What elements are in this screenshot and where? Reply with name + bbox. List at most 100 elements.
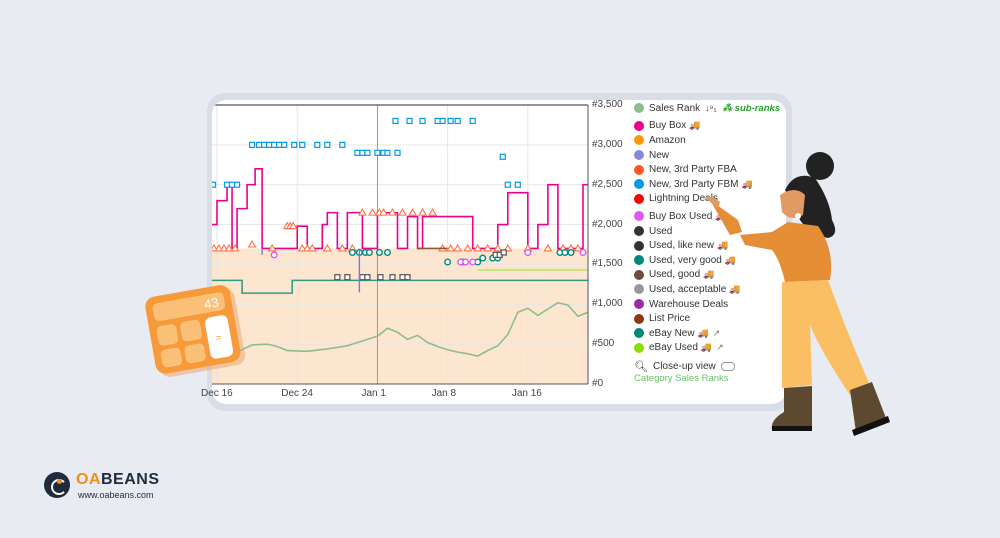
legend-label: Amazon: [649, 134, 686, 146]
data-point: [383, 248, 391, 256]
y-tick-label: #1,500: [592, 258, 623, 270]
legend-label: eBay Used: [649, 342, 698, 354]
data-point: [469, 117, 476, 125]
legend-dot-icon: [634, 226, 644, 237]
data-point: [299, 141, 306, 148]
data-point: [364, 149, 371, 156]
legend-item[interactable]: Buy Box 🚚: [634, 119, 784, 134]
y-tick-label: #3,500: [592, 99, 623, 110]
data-point: [394, 149, 401, 156]
series-new-3rd-party-fbm: [212, 117, 521, 188]
data-point: [334, 274, 341, 281]
logo-icon: [44, 472, 70, 498]
data-point: [339, 141, 346, 148]
data-point: [324, 141, 331, 148]
legend-label: Used, good: [649, 269, 701, 281]
data-point: [314, 141, 321, 148]
data-point: [377, 274, 384, 281]
series-buy-box-line: [212, 167, 588, 250]
data-point: [249, 141, 256, 148]
legend-dot-icon: [634, 342, 644, 353]
data-point: [469, 258, 477, 266]
truck-icon: 🚚: [689, 120, 701, 131]
data-point: [439, 117, 446, 125]
sub-ranks-link[interactable]: ⁂ sub-ranks: [723, 103, 781, 114]
data-point: [291, 141, 298, 148]
data-point: [463, 243, 473, 252]
x-tick-label: Jan 1: [361, 388, 386, 399]
data-point: [354, 149, 361, 156]
legend-dot-icon: [634, 313, 644, 324]
data-point: [389, 274, 396, 281]
data-point: [404, 274, 411, 281]
legend-label: List Price: [649, 313, 691, 325]
data-point: [453, 243, 463, 252]
legend-dot-icon: [634, 135, 644, 146]
data-point: [270, 251, 278, 259]
legend-dot-icon: [634, 269, 644, 280]
data-point: [375, 248, 383, 256]
data-point: [384, 149, 391, 156]
data-point: [561, 248, 569, 256]
data-point: [359, 274, 366, 281]
legend-dot-icon: [634, 179, 644, 190]
data-point: [499, 153, 506, 160]
data-point: [233, 181, 241, 188]
x-tick-label: Dec 24: [281, 388, 313, 399]
data-point: [500, 249, 507, 256]
data-point: [479, 254, 487, 262]
data-point: [256, 141, 263, 148]
data-point: [365, 248, 373, 256]
legend-dot-icon: [634, 255, 644, 266]
data-point: [276, 141, 283, 148]
legend-dot-icon: [634, 193, 644, 204]
data-point: [419, 117, 426, 125]
data-point: [398, 208, 407, 216]
data-point: [322, 243, 332, 252]
data-point: [428, 208, 438, 216]
data-point: [418, 208, 428, 216]
legend-dot-icon: [634, 240, 644, 251]
data-point: [392, 117, 399, 125]
legend-dot-icon: [634, 164, 644, 175]
data-point: [444, 258, 452, 266]
data-point: [374, 149, 381, 156]
legend-item[interactable]: Amazon: [634, 133, 784, 148]
data-point: [408, 208, 417, 216]
sort-icon[interactable]: ↓⁹₁: [705, 103, 716, 113]
y-tick-label: #1,000: [592, 298, 623, 310]
legend-item-sales-rank[interactable]: Sales Rank ↓⁹₁ ⁂ sub-ranks: [634, 101, 784, 116]
x-tick-label: Jan 8: [431, 388, 457, 399]
data-point: [543, 243, 553, 252]
data-point: [364, 274, 371, 281]
data-point: [266, 141, 273, 148]
legend-dot-icon: [634, 299, 644, 310]
data-point: [228, 181, 236, 188]
data-point: [399, 274, 406, 281]
data-point: [223, 181, 231, 188]
data-point: [359, 149, 366, 156]
y-tick-label: #2,500: [592, 178, 623, 190]
data-point: [261, 141, 268, 148]
legend-dot-icon: [634, 211, 644, 222]
legend-dot-icon: [634, 328, 644, 339]
data-point: [504, 181, 511, 188]
calculator-display: 43: [203, 295, 220, 312]
legend-dot-icon: [634, 284, 644, 295]
x-tick-label: Jan 16: [511, 388, 542, 399]
data-point: [434, 117, 441, 125]
data-point: [514, 181, 521, 188]
data-point: [462, 258, 470, 266]
x-tick-label: Dec 16: [201, 388, 233, 399]
data-point: [524, 248, 532, 256]
data-point: [447, 117, 454, 125]
data-point: [567, 248, 575, 256]
legend-label: New: [649, 149, 670, 161]
data-point: [348, 248, 356, 256]
data-point: [446, 243, 456, 252]
search-icon: 🔍︎: [634, 360, 648, 373]
legend-dot-icon: [634, 150, 644, 161]
y-tick-label: #500: [592, 338, 615, 350]
calculator-illustration: 43 =: [145, 285, 246, 377]
data-point: [406, 117, 413, 125]
